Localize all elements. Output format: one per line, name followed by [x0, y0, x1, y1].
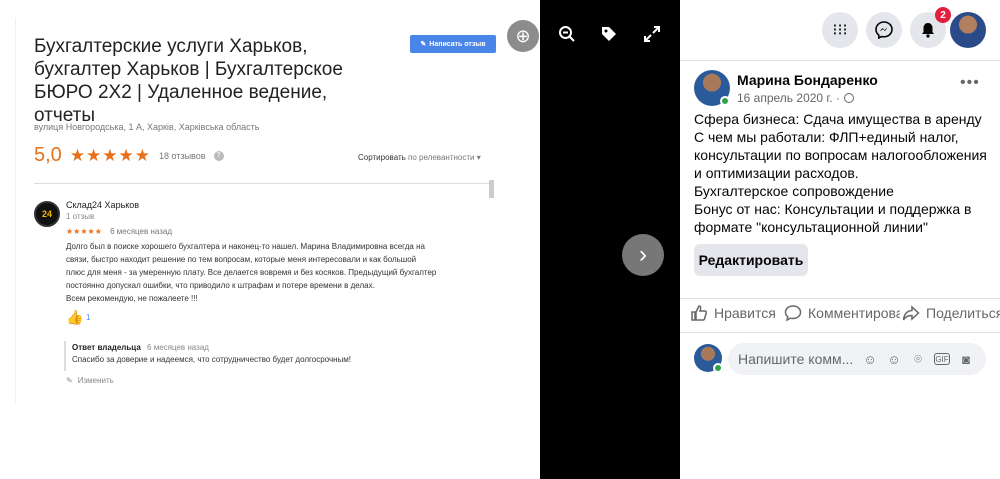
tag-icon[interactable] — [597, 22, 621, 46]
thumbs-up-icon — [691, 305, 708, 321]
globe-icon — [844, 93, 854, 103]
write-review-label: Написать отзыв — [429, 40, 486, 48]
messenger-button[interactable] — [866, 12, 902, 48]
chevron-right-icon: › — [639, 241, 647, 268]
avatar-sticker-icon[interactable]: ☺ — [862, 351, 878, 367]
sort-value: по релевантности — [408, 153, 475, 162]
share-label: Поделиться — [926, 305, 1000, 321]
business-address: вулиця Новгородська, 1 А, Харків, Харків… — [34, 122, 260, 132]
comment-input[interactable]: Напишите комм... ☺ ☺ ⌾ GIF ◙ — [728, 343, 986, 375]
review-stars-glyphs: ★★★★★ — [66, 227, 102, 236]
reviewer-name: Склад24 Харьков — [66, 200, 140, 210]
owner-reply-text: Спасибо за доверие и надеемся, что сотру… — [72, 355, 352, 364]
divider — [34, 183, 494, 184]
top-bar: ⁝⁝⁝ 2 — [680, 0, 1000, 60]
divider — [680, 60, 1000, 61]
post-line: формате "консультационной линии" — [694, 219, 928, 235]
screen: Бухгалтерские услуги Харьков, бухгалтер … — [0, 0, 1000, 479]
scrollbar — [489, 180, 494, 198]
post-line: С чем мы работали: ФЛП+единый налог, — [694, 129, 959, 145]
review-card: Бухгалтерские услуги Харьков, бухгалтер … — [15, 18, 530, 403]
divider — [680, 332, 1000, 333]
review-text: Долго был в поиске хорошего бухгалтера и… — [66, 240, 486, 305]
author-name[interactable]: Марина Бондаренко — [737, 72, 878, 88]
post-date[interactable]: 16 апрель 2020 г. · — [737, 91, 854, 105]
zoom-out-icon[interactable] — [555, 22, 579, 46]
online-indicator — [720, 96, 730, 106]
info-icon: ? — [213, 150, 224, 161]
post-line: Бонус от нас: Консультации и поддержка в — [694, 201, 972, 217]
zoom-in-icon[interactable]: ⊕ — [507, 20, 539, 52]
gif-icon[interactable]: GIF — [934, 353, 950, 365]
like-label: Нравится — [714, 305, 776, 321]
edit-post-button[interactable]: Редактировать — [694, 244, 808, 276]
more-options-icon[interactable]: ••• — [960, 74, 980, 92]
post-panel: ⁝⁝⁝ 2 Марина Бондаренко 16 апрель 2020 г… — [680, 0, 1000, 479]
write-review-button: ✎ Написать отзыв — [410, 35, 496, 53]
fullscreen-icon[interactable] — [640, 22, 664, 46]
messenger-icon — [875, 21, 893, 39]
grid-icon: ⁝⁝⁝ — [832, 22, 848, 39]
business-title: Бухгалтерские услуги Харьков, бухгалтер … — [34, 36, 343, 126]
pencil-icon: ✎ — [66, 376, 73, 385]
post-line: Бухгалтерское сопровождение — [694, 183, 894, 199]
caret-down-icon: ▾ — [476, 153, 481, 162]
review-line: Долго был в поиске хорошего бухгалтера и… — [66, 242, 425, 251]
online-indicator — [713, 363, 723, 373]
post-line: и оптимизации расходов. — [694, 165, 859, 181]
post-actions: Нравится Комментировать Поделиться — [680, 304, 1000, 328]
edit-review-link: ✎ Изменить — [66, 376, 114, 385]
rating-value: 5,0 — [34, 144, 62, 166]
post-line: консультации по вопросам налогообложения — [694, 147, 987, 163]
pencil-icon: ✎ — [420, 41, 427, 48]
reviewer-review-count: 1 отзыв — [66, 212, 95, 221]
owner-label: Ответ владельца — [72, 343, 141, 352]
sort-control: Сортировать по релевантности ▾ — [358, 153, 481, 162]
share-icon — [902, 305, 920, 321]
share-button[interactable]: Поделиться — [900, 304, 1000, 322]
emoji-icon[interactable]: ☺ — [886, 351, 902, 367]
review-stars: ★★★★★ 6 месяцев назад — [66, 227, 172, 236]
divider — [680, 298, 1000, 299]
review-line: плюс для меня - за умеренную плату. Все … — [66, 268, 437, 277]
photo-viewer-strip — [540, 0, 680, 479]
review-line: связи, быстро находит решение по тем воп… — [66, 255, 417, 264]
review-photo: Бухгалтерские услуги Харьков, бухгалтер … — [0, 0, 540, 479]
reviewer-avatar: 24 — [34, 201, 60, 227]
review-line: Всем рекомендую, не пожалеете !!! — [66, 294, 198, 303]
sort-label: Сортировать — [358, 153, 406, 162]
post-text: Сфера бизнеса: Сдача имущества в аренду … — [694, 110, 994, 236]
menu-grid-button[interactable]: ⁝⁝⁝ — [822, 12, 858, 48]
notifications-button[interactable]: 2 — [910, 7, 951, 48]
owner-reply-header: Ответ владельца 6 месяцев назад — [72, 343, 209, 352]
sticker-icon[interactable]: ◙ — [958, 351, 974, 367]
post-line: Сфера бизнеса: Сдача имущества в аренду — [694, 111, 982, 127]
owner-reply-time: 6 месяцев назад — [147, 343, 209, 352]
rating-stars: ★★★★★ — [69, 145, 152, 165]
next-photo-button[interactable]: › — [622, 234, 664, 276]
thumbs-up-icon: 👍 — [66, 309, 84, 325]
owner-reply: Ответ владельца 6 месяцев назад Спасибо … — [64, 341, 484, 371]
comment-button[interactable]: Комментировать — [784, 304, 917, 322]
review-time: 6 месяцев назад — [110, 227, 173, 236]
rating-row: 5,0 ★★★★★ 18 отзывов ? — [34, 144, 224, 167]
like-button[interactable]: Нравится — [690, 304, 776, 322]
review-count: 18 отзывов — [159, 150, 206, 161]
post-date-text: 16 апрель 2020 г. · — [737, 91, 840, 105]
edit-label: Изменить — [77, 376, 114, 385]
camera-icon[interactable]: ⌾ — [910, 351, 926, 367]
comment-icon — [784, 305, 802, 322]
comment-placeholder: Напишите комм... — [738, 351, 854, 367]
like-count: 1 — [86, 313, 91, 322]
review-line: постоянно допускал ошибки, что приводило… — [66, 281, 375, 290]
bell-icon — [922, 23, 934, 38]
account-avatar[interactable] — [950, 12, 986, 48]
notifications-badge: 2 — [935, 7, 951, 23]
